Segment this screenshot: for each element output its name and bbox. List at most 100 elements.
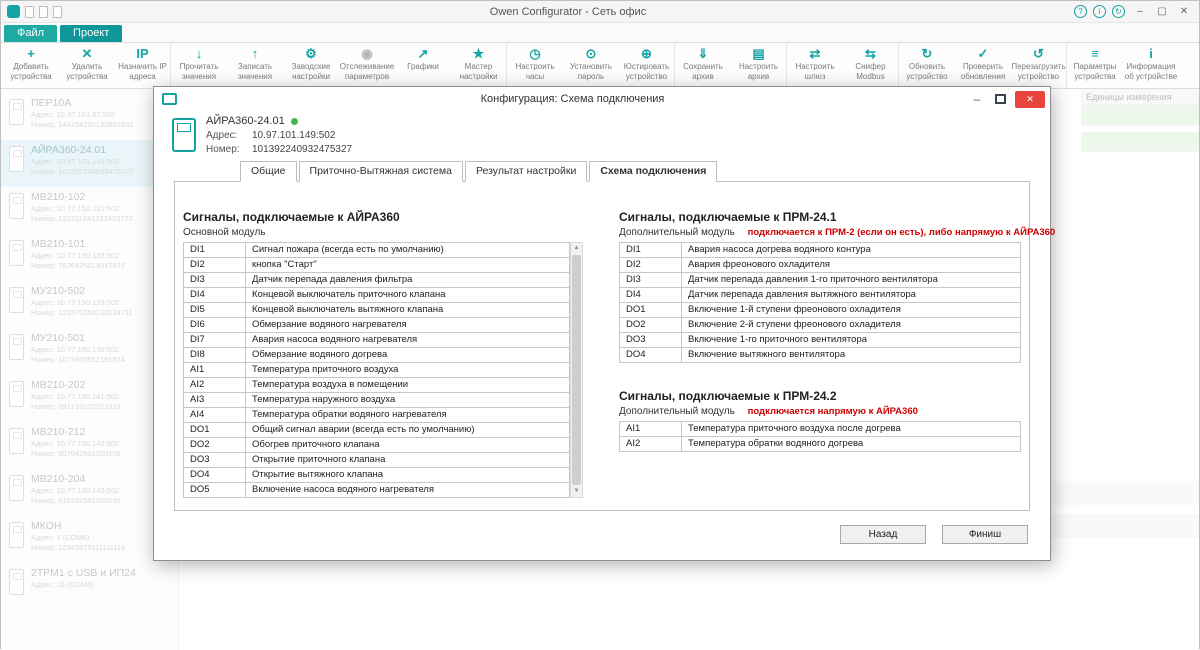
device-list-item[interactable]: МВ210-212 Адрес: 10.77.150.142:502 Номер…: [1, 422, 178, 469]
device-list-item[interactable]: МВ210-102 Адрес: 10.77.150.131:502 Номер…: [1, 187, 178, 234]
toolbar-button[interactable]: ⊕ Юстировать устройство: [619, 43, 675, 88]
device-list-item[interactable]: ПЕР10А Адрес: 10.97.101.82:502 Номер: 14…: [1, 93, 178, 140]
dialog-title: Конфигурация: Схема подключения: [177, 93, 968, 105]
description-cell: Датчик перепада давления фильтра: [246, 273, 570, 288]
window-minimize-button[interactable]: –: [1133, 6, 1147, 17]
section-title: Сигналы, подключаемые к ПРМ-24.1: [619, 210, 1021, 224]
open-project-icon[interactable]: [39, 6, 48, 18]
device-list-item[interactable]: МКОН Адрес: 1 (COM6) Номер: 123456751111…: [1, 516, 178, 563]
toolbar-button[interactable]: ↗ Графики: [395, 43, 451, 88]
dialog-maximize-button[interactable]: [995, 94, 1006, 104]
device-list-item[interactable]: МВ210-101 Адрес: 10.77.150.133:502 Номер…: [1, 234, 178, 281]
toolbar-button[interactable]: ✓ Проверить обновления: [955, 43, 1011, 88]
toolbar-button[interactable]: ⇆ Снифер Modbus: [843, 43, 899, 88]
sync-icon[interactable]: ↻: [1112, 5, 1125, 18]
device-list-item[interactable]: МВ210-204 Адрес: 10.77.150.143:502 Номер…: [1, 469, 178, 516]
toolbar-button-label: Установить пароль: [563, 62, 619, 81]
toolbar-button[interactable]: ≡ Параметры устройства: [1067, 43, 1123, 88]
toolbar-button[interactable]: ◷ Настроить часы: [507, 43, 563, 88]
new-project-icon[interactable]: [25, 6, 34, 18]
signal-cell: DO3: [620, 333, 682, 348]
toolbar-button[interactable]: ↺ Перезагрузить устройство: [1011, 43, 1067, 88]
help-icon[interactable]: ?: [1074, 5, 1087, 18]
number-label: Номер:: [206, 144, 252, 155]
device-list-item[interactable]: МУ210-501 Адрес: 10.77.150.136:502 Номер…: [1, 328, 178, 375]
menu-tab[interactable]: Проект: [60, 25, 122, 42]
device-list-item[interactable]: МУ210-502 Адрес: 10.77.150.135:502 Номер…: [1, 281, 178, 328]
section-title: Сигналы, подключаемые к АЙРА360: [183, 210, 583, 224]
device-address: Адрес: 10.97.101.149:502: [31, 157, 133, 166]
dialog-minimize-button[interactable]: –: [968, 92, 986, 106]
dialog-content: Сигналы, подключаемые к АЙРА360 Основной…: [174, 181, 1030, 511]
add-device-icon: +: [27, 46, 35, 61]
toolbar-button[interactable]: ↑ Записать значения: [227, 43, 283, 88]
signal-row: DI7 Авария насоса водяного нагревателя: [184, 333, 570, 348]
table-row: [1049, 514, 1199, 538]
prm2-section: Сигналы, подключаемые к ПРМ-24.2 Дополни…: [619, 389, 1021, 452]
toolbar-button[interactable]: ◉ Отслеживание параметров: [339, 43, 395, 88]
table-scrollbar[interactable]: ▲ ▼: [570, 242, 583, 498]
device-icon: [9, 381, 24, 407]
finish-button[interactable]: Финиш: [942, 525, 1028, 544]
dialog-close-button[interactable]: ✕: [1015, 91, 1045, 108]
dialog-tab[interactable]: Схема подключения: [589, 161, 717, 182]
toolbar-button[interactable]: ↻ Обновить устройство: [899, 43, 955, 88]
info-icon[interactable]: i: [1093, 5, 1106, 18]
signal-cell: DI4: [620, 288, 682, 303]
signal-row: DI6 Обмерзание водяного нагревателя: [184, 318, 570, 333]
device-list-item[interactable]: АЙРА360-24.01 Адрес: 10.97.101.149:502 Н…: [1, 140, 178, 187]
prm2-signals-table: AI1 Температура приточного воздуха после…: [619, 421, 1021, 452]
signal-cell: AI1: [620, 422, 682, 437]
device-info-icon: i: [1149, 46, 1153, 61]
signal-row: DI2 кнопка "Старт": [184, 258, 570, 273]
window-maximize-button[interactable]: ▢: [1155, 6, 1169, 17]
device-number: Номер: 7626425013017927: [31, 261, 125, 270]
device-address: Адрес: 10.77.150.135:502: [31, 298, 133, 307]
device-list-item[interactable]: МВ210-202 Адрес: 10.77.150.141:502 Номер…: [1, 375, 178, 422]
toolbar-button[interactable]: i Информация об устройстве: [1123, 43, 1179, 88]
back-button[interactable]: Назад: [840, 525, 926, 544]
menu-tab[interactable]: Файл: [4, 25, 57, 42]
toolbar-button-label: Мастер настройки: [451, 62, 506, 81]
toolbar-button[interactable]: ↓ Прочитать значения: [171, 43, 227, 88]
description-cell: Концевой выключатель приточного клапана: [246, 288, 570, 303]
toolbar-button[interactable]: ▤ Настроить архив: [731, 43, 787, 88]
background-table-rows: [1049, 481, 1199, 547]
description-cell: Сигнал пожара (всегда есть по умолчанию): [246, 243, 570, 258]
description-cell: Включение 1-го приточного вентилятора: [682, 333, 1021, 348]
titlebar-right-icons: ? i ↻ – ▢ ✕: [1074, 5, 1191, 18]
toolbar-button[interactable]: ★ Мастер настройки: [451, 43, 507, 88]
signal-cell: DI3: [184, 273, 246, 288]
scroll-down-icon[interactable]: ▼: [571, 486, 582, 497]
signal-row: DO2 Включение 2-й ступени фреонового охл…: [620, 318, 1021, 333]
titlebar: Owen Configurator - Сеть офис ? i ↻ – ▢ …: [1, 1, 1199, 23]
dialog-tab[interactable]: Приточно-Вытяжная система: [299, 161, 463, 182]
toolbar-button[interactable]: IP Назначить IP адреса: [115, 43, 171, 88]
toolbar-button-label: Удалить устройства: [59, 62, 115, 81]
dialog-tab[interactable]: Результат настройки: [465, 161, 587, 182]
toolbar-button[interactable]: ⚙ Заводские настройки: [283, 43, 339, 88]
dialog-tab[interactable]: Общие: [240, 161, 297, 182]
scroll-up-icon[interactable]: ▲: [571, 243, 582, 254]
scroll-thumb[interactable]: [572, 255, 581, 485]
prm1-section: Сигналы, подключаемые к ПРМ-24.1 Дополни…: [619, 210, 1021, 363]
description-cell: Температура обратки водяного догрева: [682, 437, 1021, 452]
toolbar-button[interactable]: ⇓ Сохранить архив: [675, 43, 731, 88]
toolbar-button[interactable]: ⊙ Установить пароль: [563, 43, 619, 88]
units-column-header: Единицы измерения: [1081, 89, 1199, 106]
window-close-button[interactable]: ✕: [1177, 6, 1191, 17]
signal-cell: AI3: [184, 393, 246, 408]
description-cell: Концевой выключатель вытяжного клапана: [246, 303, 570, 318]
check-updates-icon: ✓: [978, 46, 989, 61]
signal-cell: DO5: [184, 483, 246, 498]
titlebar-circle-icons: ? i ↻: [1074, 5, 1125, 18]
description-cell: Температура наружного воздуха: [246, 393, 570, 408]
toolbar-button-label: Назначить IP адреса: [115, 62, 170, 81]
toolbar-button[interactable]: + Добавить устройства: [3, 43, 59, 88]
save-project-icon[interactable]: [53, 6, 62, 18]
toolbar-button[interactable]: ⇄ Настроить шлюз: [787, 43, 843, 88]
toolbar-button[interactable]: ✕ Удалить устройства: [59, 43, 115, 88]
device-list-item[interactable]: 2ТРМ1 с USB и ИП24 Адрес: 16 (COM8): [1, 563, 178, 610]
signal-row: DO2 Обогрев приточного клапана: [184, 438, 570, 453]
signal-cell: AI4: [184, 408, 246, 423]
